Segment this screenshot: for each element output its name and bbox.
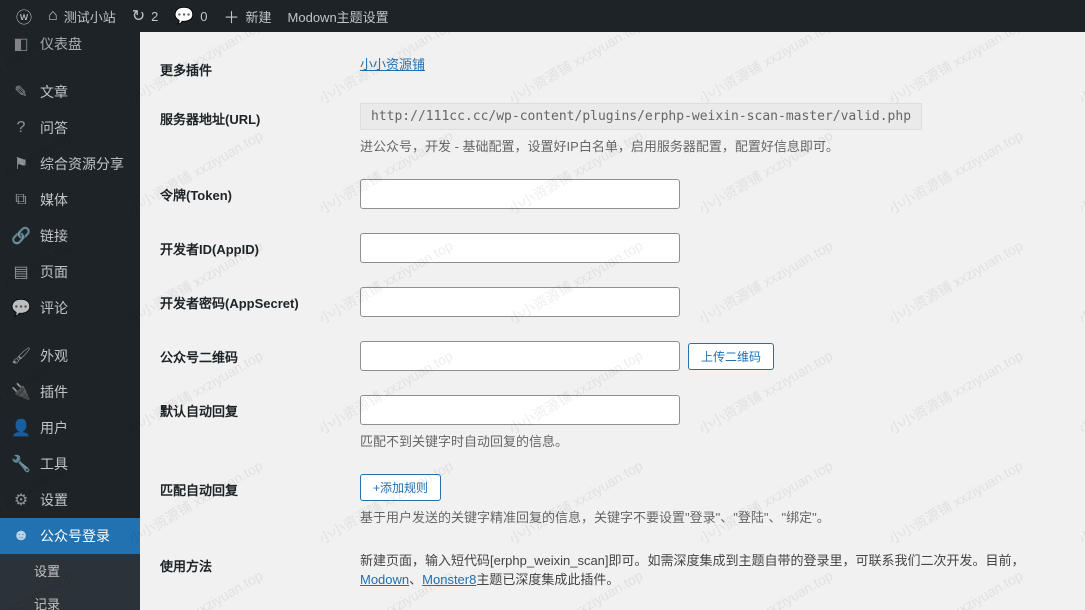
label-usage: 使用方法 (160, 550, 360, 575)
label-qrcode: 公众号二维码 (160, 341, 360, 366)
menu-users[interactable]: 👤用户 (0, 410, 140, 446)
media-icon: ⧉ (12, 191, 30, 209)
site-name[interactable]: ⌂测试小站 (40, 0, 124, 32)
tools-icon: 🔧 (12, 455, 30, 473)
input-appsecret[interactable] (360, 287, 680, 317)
row-server-url: 服务器地址(URL) http://111cc.cc/wp-content/pl… (160, 91, 1065, 167)
admin-bar: ⓦ ⌂测试小站 ↻2 💬0 ＋新建 Modown主题设置 (0, 0, 1085, 32)
menu-pages[interactable]: ▤页面 (0, 254, 140, 290)
match-reply-help: 基于用户发送的关键字精准回复的信息，关键字不要设置"登录"、"登陆"、"绑定"。 (360, 507, 1065, 526)
wordpress-icon: ⓦ (16, 4, 32, 28)
menu-links[interactable]: 🔗链接 (0, 218, 140, 254)
posts-icon: ✎ (12, 83, 30, 101)
row-match-reply: 匹配自动回复 +添加规则 基于用户发送的关键字精准回复的信息，关键字不要设置"登… (160, 462, 1065, 538)
content-area: 更多插件 小小资源铺 服务器地址(URL) http://111cc.cc/wp… (140, 32, 1085, 610)
submenu-settings[interactable]: 设置 (0, 554, 140, 587)
theme-settings-link[interactable]: Modown主题设置 (280, 0, 397, 32)
row-qrcode: 公众号二维码 上传二维码 (160, 329, 1065, 383)
plugin-icon: 🔌 (12, 383, 30, 401)
menu-settings[interactable]: ⚙设置 (0, 482, 140, 518)
comment-icon: 💬 (12, 299, 30, 317)
menu-appearance[interactable]: 🖌外观 (0, 338, 140, 374)
smile-icon: ☻ (12, 527, 30, 545)
row-appsecret: 开发者密码(AppSecret) (160, 275, 1065, 329)
row-usage: 使用方法 新建页面，输入短代码[erphp_weixin_scan]即可。如需深… (160, 538, 1065, 600)
row-token: 令牌(Token) (160, 167, 1065, 221)
link-xxziyuan[interactable]: 小小资源铺 (360, 57, 425, 72)
menu-wechat-login[interactable]: ☻公众号登录 (0, 518, 140, 554)
menu-resources[interactable]: ⚑综合资源分享 (0, 146, 140, 182)
submenu: 设置 记录 (0, 554, 140, 610)
label-server-url: 服务器地址(URL) (160, 103, 360, 128)
new-content[interactable]: ＋新建 (216, 0, 280, 32)
label-token: 令牌(Token) (160, 179, 360, 204)
appearance-icon: 🖌 (12, 347, 30, 365)
gear-icon: ⚙ (12, 491, 30, 509)
menu-plugins[interactable]: 🔌插件 (0, 374, 140, 410)
menu-posts[interactable]: ✎文章 (0, 74, 140, 110)
comments-icon: 💬 (174, 6, 194, 26)
input-default-reply[interactable] (360, 395, 680, 425)
menu-comments[interactable]: 💬评论 (0, 290, 140, 326)
label-match-reply: 匹配自动回复 (160, 474, 360, 499)
comments[interactable]: 💬0 (166, 0, 215, 32)
label-appsecret: 开发者密码(AppSecret) (160, 287, 360, 312)
updates-icon: ↻ (132, 6, 145, 26)
row-appid: 开发者ID(AppID) (160, 221, 1065, 275)
usage-text-1: 新建页面，输入短代码[erphp_weixin_scan]即可。如需深度集成到主… (360, 553, 1025, 568)
wp-logo[interactable]: ⓦ (8, 0, 40, 32)
default-reply-help: 匹配不到关键字时自动回复的信息。 (360, 431, 1065, 450)
usage-link-modown[interactable]: Modown (360, 572, 409, 587)
home-icon: ⌂ (48, 7, 58, 25)
row-more-plugins: 更多插件 小小资源铺 (160, 42, 1065, 91)
usage-link-monster8[interactable]: Monster8 (422, 572, 476, 587)
input-token[interactable] (360, 179, 680, 209)
label-more-plugins: 更多插件 (160, 54, 360, 79)
menu-media[interactable]: ⧉媒体 (0, 182, 140, 218)
submenu-logs[interactable]: 记录 (0, 587, 140, 610)
dashboard-icon: ◧ (12, 35, 30, 53)
qa-icon: ? (12, 119, 30, 137)
user-icon: 👤 (12, 419, 30, 437)
input-qrcode-url[interactable] (360, 341, 680, 371)
menu-qa[interactable]: ?问答 (0, 110, 140, 146)
upload-qrcode-button[interactable]: 上传二维码 (688, 343, 774, 370)
admin-sidebar: ◧仪表盘 ✎文章 ?问答 ⚑综合资源分享 ⧉媒体 🔗链接 ▤页面 💬评论 🖌外观… (0, 32, 140, 610)
menu-tools[interactable]: 🔧工具 (0, 446, 140, 482)
usage-text-2: 主题已深度集成此插件。 (476, 572, 619, 587)
add-rule-button[interactable]: +添加规则 (360, 474, 441, 501)
flag-icon: ⚑ (12, 155, 30, 173)
label-appid: 开发者ID(AppID) (160, 233, 360, 258)
input-appid[interactable] (360, 233, 680, 263)
label-default-reply: 默认自动回复 (160, 395, 360, 420)
server-url-value: http://111cc.cc/wp-content/plugins/erphp… (360, 103, 922, 130)
page-icon: ▤ (12, 263, 30, 281)
link-icon: 🔗 (12, 227, 30, 245)
menu-dashboard[interactable]: ◧仪表盘 (0, 32, 140, 62)
updates[interactable]: ↻2 (124, 0, 167, 32)
plus-icon: ＋ (224, 4, 240, 28)
row-default-reply: 默认自动回复 匹配不到关键字时自动回复的信息。 (160, 383, 1065, 462)
server-url-help: 进公众号，开发 - 基础配置，设置好IP白名单，启用服务器配置，配置好信息即可。 (360, 136, 1065, 155)
